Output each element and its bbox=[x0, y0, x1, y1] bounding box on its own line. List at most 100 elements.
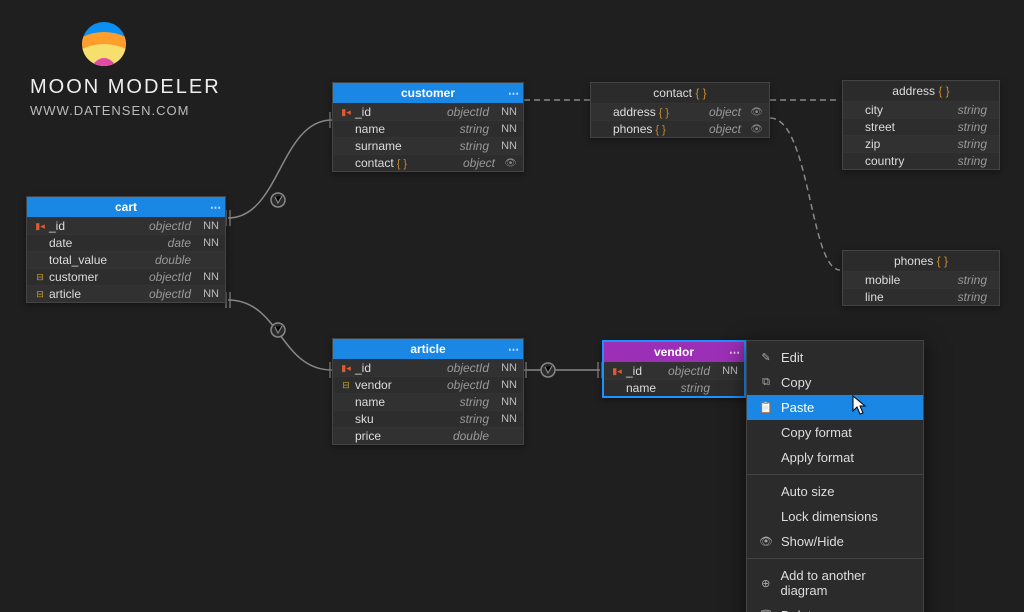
entity-contact-body: address{ }object👁 phones{ }object👁 bbox=[591, 103, 769, 137]
field-name: sku bbox=[355, 412, 454, 426]
field-name: line bbox=[865, 290, 952, 304]
field-nn: NN bbox=[197, 271, 219, 283]
field-row[interactable]: contact{ }object👁 bbox=[333, 154, 523, 171]
ctx-apply-format[interactable]: Apply format bbox=[747, 445, 923, 470]
brand-block: MOON MODELER WWW.DATENSEN.COM bbox=[30, 20, 221, 118]
entity-customer-body: ▮◂_idobjectIdNN namestringNN surnamestri… bbox=[333, 103, 523, 171]
ctx-auto-size[interactable]: Auto size bbox=[747, 479, 923, 504]
field-row[interactable]: namestringNN bbox=[333, 393, 523, 410]
field-name: _id bbox=[49, 219, 143, 233]
field-name: address{ } bbox=[613, 105, 703, 119]
entity-address[interactable]: address { } citystring streetstring zips… bbox=[842, 80, 1000, 170]
field-name: mobile bbox=[865, 273, 952, 287]
field-type: objectId bbox=[143, 219, 197, 233]
entity-article-body: ▮◂_idobjectIdNN ⊟vendorobjectIdNN namest… bbox=[333, 359, 523, 444]
entity-phones-header[interactable]: phones { } bbox=[843, 251, 999, 271]
field-name: country bbox=[865, 154, 952, 168]
field-type: string bbox=[454, 139, 495, 153]
field-row[interactable]: phones{ }object👁 bbox=[591, 120, 769, 137]
ctx-label: Lock dimensions bbox=[781, 509, 878, 524]
field-type: string bbox=[952, 137, 993, 151]
field-type: string bbox=[454, 395, 495, 409]
field-row[interactable]: ▮◂_idobjectIdNN bbox=[333, 359, 523, 376]
visibility-icon[interactable]: 👁 bbox=[747, 124, 763, 135]
field-type: string bbox=[952, 120, 993, 134]
ctx-edit[interactable]: ✎Edit bbox=[747, 345, 923, 370]
ctx-label: Add to another diagram bbox=[780, 568, 911, 598]
field-row[interactable]: namestring bbox=[604, 379, 744, 396]
field-row[interactable]: ▮◂_idobjectIdNN bbox=[333, 103, 523, 120]
field-nn: NN bbox=[495, 123, 517, 135]
field-row[interactable]: streetstring bbox=[843, 118, 999, 135]
field-row[interactable]: zipstring bbox=[843, 135, 999, 152]
field-nn: NN bbox=[495, 413, 517, 425]
ctx-label: Delete bbox=[781, 608, 819, 612]
field-row[interactable]: pricedouble bbox=[333, 427, 523, 444]
field-row[interactable]: skustringNN bbox=[333, 410, 523, 427]
entity-phones[interactable]: phones { } mobilestring linestring bbox=[842, 250, 1000, 306]
entity-menu-button[interactable]: ⋯ bbox=[210, 201, 221, 214]
entity-contact-header[interactable]: contact { } bbox=[591, 83, 769, 103]
ctx-paste[interactable]: 📋Paste bbox=[747, 395, 923, 420]
entity-menu-button[interactable]: ⋯ bbox=[508, 87, 519, 100]
visibility-icon[interactable]: 👁 bbox=[501, 158, 517, 169]
entity-vendor[interactable]: vendor ⋯ ▮◂_idobjectIdNN namestring bbox=[602, 340, 746, 398]
field-row[interactable]: linestring bbox=[843, 288, 999, 305]
field-row[interactable]: namestringNN bbox=[333, 120, 523, 137]
field-row[interactable]: mobilestring bbox=[843, 271, 999, 288]
field-name: contact{ } bbox=[355, 156, 457, 170]
entity-cart[interactable]: cart ⋯ ▮◂_idobjectIdNN datedateNN total_… bbox=[26, 196, 226, 303]
field-row[interactable]: ▮◂_idobjectIdNN bbox=[604, 362, 744, 379]
field-row[interactable]: address{ }object👁 bbox=[591, 103, 769, 120]
visibility-icon[interactable]: 👁 bbox=[747, 107, 763, 118]
field-name: _id bbox=[355, 105, 441, 119]
brand-url: WWW.DATENSEN.COM bbox=[30, 103, 221, 118]
field-name: _id bbox=[626, 364, 662, 378]
field-type: string bbox=[952, 273, 993, 287]
field-row[interactable]: total_valuedouble bbox=[27, 251, 225, 268]
field-row[interactable]: ⊟articleobjectIdNN bbox=[27, 285, 225, 302]
entity-article[interactable]: article ⋯ ▮◂_idobjectIdNN ⊟vendorobjectI… bbox=[332, 338, 524, 445]
ctx-lock-dimensions[interactable]: Lock dimensions bbox=[747, 504, 923, 529]
field-type: objectId bbox=[441, 105, 495, 119]
field-row[interactable]: surnamestringNN bbox=[333, 137, 523, 154]
ctx-copy[interactable]: ⧉Copy bbox=[747, 370, 923, 395]
field-nn: NN bbox=[495, 396, 517, 408]
entity-article-header[interactable]: article ⋯ bbox=[333, 339, 523, 359]
field-name: total_value bbox=[49, 253, 149, 267]
entity-address-header[interactable]: address { } bbox=[843, 81, 999, 101]
embed-icon: ⊟ bbox=[337, 380, 355, 391]
field-name: date bbox=[49, 236, 162, 250]
entity-menu-button[interactable]: ⋯ bbox=[508, 343, 519, 356]
field-name: phones{ } bbox=[613, 122, 703, 136]
embed-icon: ⊟ bbox=[31, 289, 49, 300]
ctx-add-to-diagram[interactable]: ⊕Add to another diagram bbox=[747, 563, 923, 603]
copy-icon: ⧉ bbox=[759, 376, 773, 389]
entity-menu-button[interactable]: ⋯ bbox=[729, 346, 740, 359]
ctx-show-hide[interactable]: 👁Show/Hide bbox=[747, 529, 923, 554]
ctx-separator bbox=[747, 558, 923, 559]
field-row[interactable]: datedateNN bbox=[27, 234, 225, 251]
ctx-label: Copy format bbox=[781, 425, 852, 440]
entity-address-body: citystring streetstring zipstring countr… bbox=[843, 101, 999, 169]
field-row[interactable]: citystring bbox=[843, 101, 999, 118]
entity-contact[interactable]: contact { } address{ }object👁 phones{ }o… bbox=[590, 82, 770, 138]
context-menu[interactable]: ✎Edit ⧉Copy 📋Paste Copy format Apply for… bbox=[746, 340, 924, 612]
field-name: name bbox=[355, 122, 454, 136]
field-nn: NN bbox=[197, 288, 219, 300]
ctx-copy-format[interactable]: Copy format bbox=[747, 420, 923, 445]
entity-customer[interactable]: customer ⋯ ▮◂_idobjectIdNN namestringNN … bbox=[332, 82, 524, 172]
ctx-label: Auto size bbox=[781, 484, 834, 499]
braces-icon: { } bbox=[937, 254, 948, 268]
ctx-delete[interactable]: 🗑Delete bbox=[747, 603, 923, 612]
field-row[interactable]: countrystring bbox=[843, 152, 999, 169]
entity-customer-header[interactable]: customer ⋯ bbox=[333, 83, 523, 103]
entity-cart-header[interactable]: cart ⋯ bbox=[27, 197, 225, 217]
entity-vendor-header[interactable]: vendor ⋯ bbox=[604, 342, 744, 362]
ctx-label: Edit bbox=[781, 350, 803, 365]
field-row[interactable]: ▮◂_idobjectIdNN bbox=[27, 217, 225, 234]
field-name: customer bbox=[49, 270, 143, 284]
braces-icon: { } bbox=[695, 86, 706, 100]
field-row[interactable]: ⊟vendorobjectIdNN bbox=[333, 376, 523, 393]
field-row[interactable]: ⊟customerobjectIdNN bbox=[27, 268, 225, 285]
